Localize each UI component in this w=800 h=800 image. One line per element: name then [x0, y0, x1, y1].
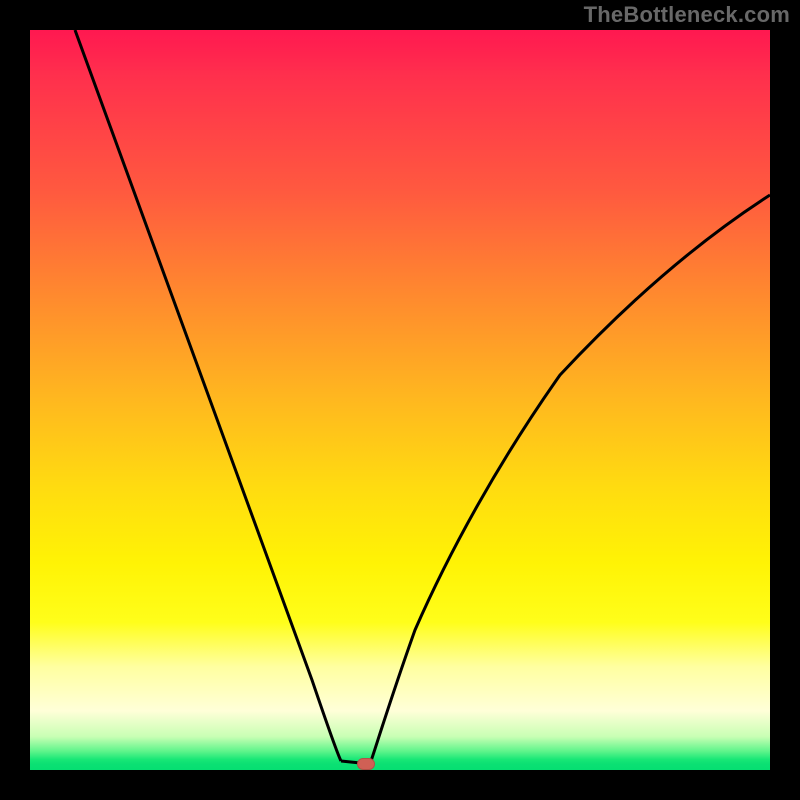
curve-right-branch: [370, 195, 770, 764]
plot-area: [30, 30, 770, 770]
optimal-point-marker: [357, 758, 375, 770]
curve-left-branch: [75, 30, 341, 761]
bottleneck-curve: [30, 30, 770, 770]
watermark-text: TheBottleneck.com: [584, 2, 790, 28]
chart-frame: TheBottleneck.com: [0, 0, 800, 800]
